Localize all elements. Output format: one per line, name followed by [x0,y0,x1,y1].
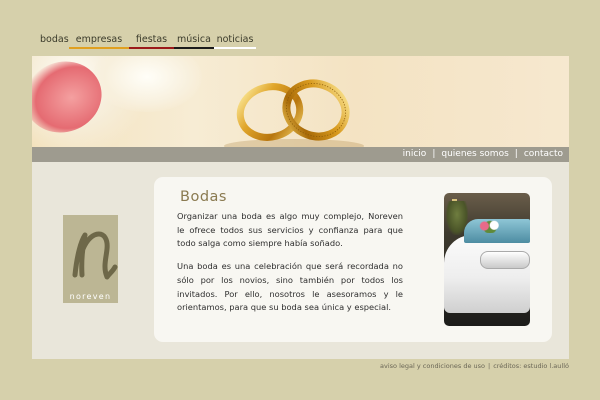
nav-item-bodas[interactable]: bodas [40,34,69,48]
nav-item-label: música [177,34,211,45]
separator: | [488,362,491,370]
nav-underline-empresas [69,47,129,49]
noreven-logo: noreven [63,215,118,303]
link-inicio[interactable]: inicio [403,149,427,159]
link-aviso-legal[interactable]: aviso legal y condiciones de uso [380,362,485,370]
link-contacto[interactable]: contacto [524,149,563,159]
nav-item-fiestas[interactable]: fiestas [129,34,174,49]
content-text: Organizar una boda es algo muy complejo,… [177,210,403,324]
nav-item-musica[interactable]: música [174,34,214,49]
link-quienes-somos[interactable]: quienes somos [441,149,508,159]
logo-letter-n [72,231,118,280]
wedding-car-photo [444,193,530,326]
nav-underline-noticias [214,47,256,49]
page-title: Bodas [180,189,227,205]
footer: aviso legal y condiciones de uso | crédito… [380,362,569,370]
nav-item-noticias[interactable]: noticias [214,34,256,49]
info-bar: inicio | quienes somos | contacto [32,147,569,162]
paragraph: Una boda es una celebración que será rec… [177,261,403,313]
nav-item-label: fiestas [135,34,168,45]
nav-item-empresas[interactable]: empresas [69,34,129,49]
separator: | [432,149,436,159]
nav-item-label: bodas [40,34,69,45]
separator: | [514,149,518,159]
link-creditos[interactable]: créditos: estudio l.aulló [493,362,569,370]
nav-item-label: empresas [75,34,123,45]
wedding-rings-image [224,79,364,147]
nav-underline-fiestas [129,47,174,49]
car-shape [444,235,530,313]
header-banner [32,56,569,147]
paragraph: Organizar una boda es algo muy complejo,… [177,211,403,249]
nav-item-label: noticias [216,34,254,45]
car-headlight [480,251,530,269]
nav-underline-musica [174,47,214,49]
car-flowers [476,219,504,233]
logo-name: noreven [69,292,112,301]
secondary-nav: inicio | quienes somos | contacto [403,147,563,162]
